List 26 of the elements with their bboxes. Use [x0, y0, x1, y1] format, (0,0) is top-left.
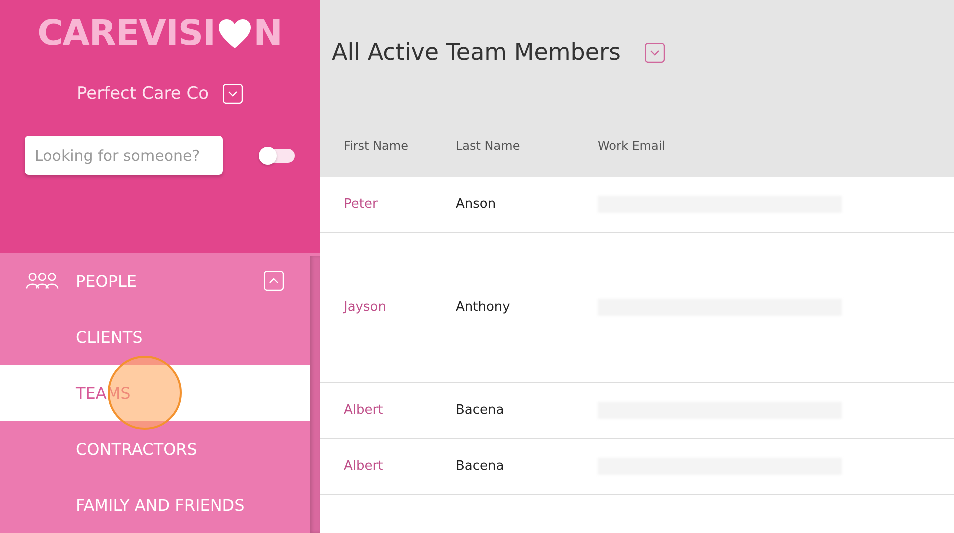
table-cell[interactable]: Peter — [320, 197, 456, 212]
table-cell[interactable]: Jayson — [320, 300, 456, 315]
table-cell[interactable]: Albert — [320, 459, 456, 474]
logo-text: N — [254, 14, 282, 54]
chevron-icon — [264, 271, 284, 291]
dropdown-icon[interactable] — [644, 43, 665, 63]
table-cell[interactable]: Albert — [320, 403, 456, 418]
heart-icon — [216, 18, 253, 50]
people-icon — [26, 272, 59, 290]
column-header: Last Name — [456, 139, 522, 153]
column-header: Work Email — [598, 139, 666, 153]
scrollbar[interactable] — [310, 256, 320, 533]
table-cell-text: Bacena — [456, 459, 506, 474]
table-cell-text: Bacena — [456, 403, 506, 418]
nav-section-header[interactable]: PEOPLE — [0, 253, 310, 309]
search-field[interactable]: Looking for someone? — [25, 136, 223, 175]
toggle-switch[interactable] — [260, 148, 295, 162]
nav-item[interactable]: FAMILY AND FRIENDS — [0, 477, 310, 533]
organisation-name: Perfect Care Co — [77, 84, 209, 104]
table-cell-text: Anthony — [456, 300, 512, 315]
nav-item[interactable]: CONTRACTORS — [0, 421, 310, 477]
column-header: First Name — [343, 139, 410, 153]
table-cell-text: Anson — [456, 197, 498, 212]
page-title: All Active Team Members — [332, 40, 621, 66]
nav-item[interactable]: CLIENTS — [0, 309, 310, 365]
logo-text: CAREVISI — [38, 14, 216, 54]
